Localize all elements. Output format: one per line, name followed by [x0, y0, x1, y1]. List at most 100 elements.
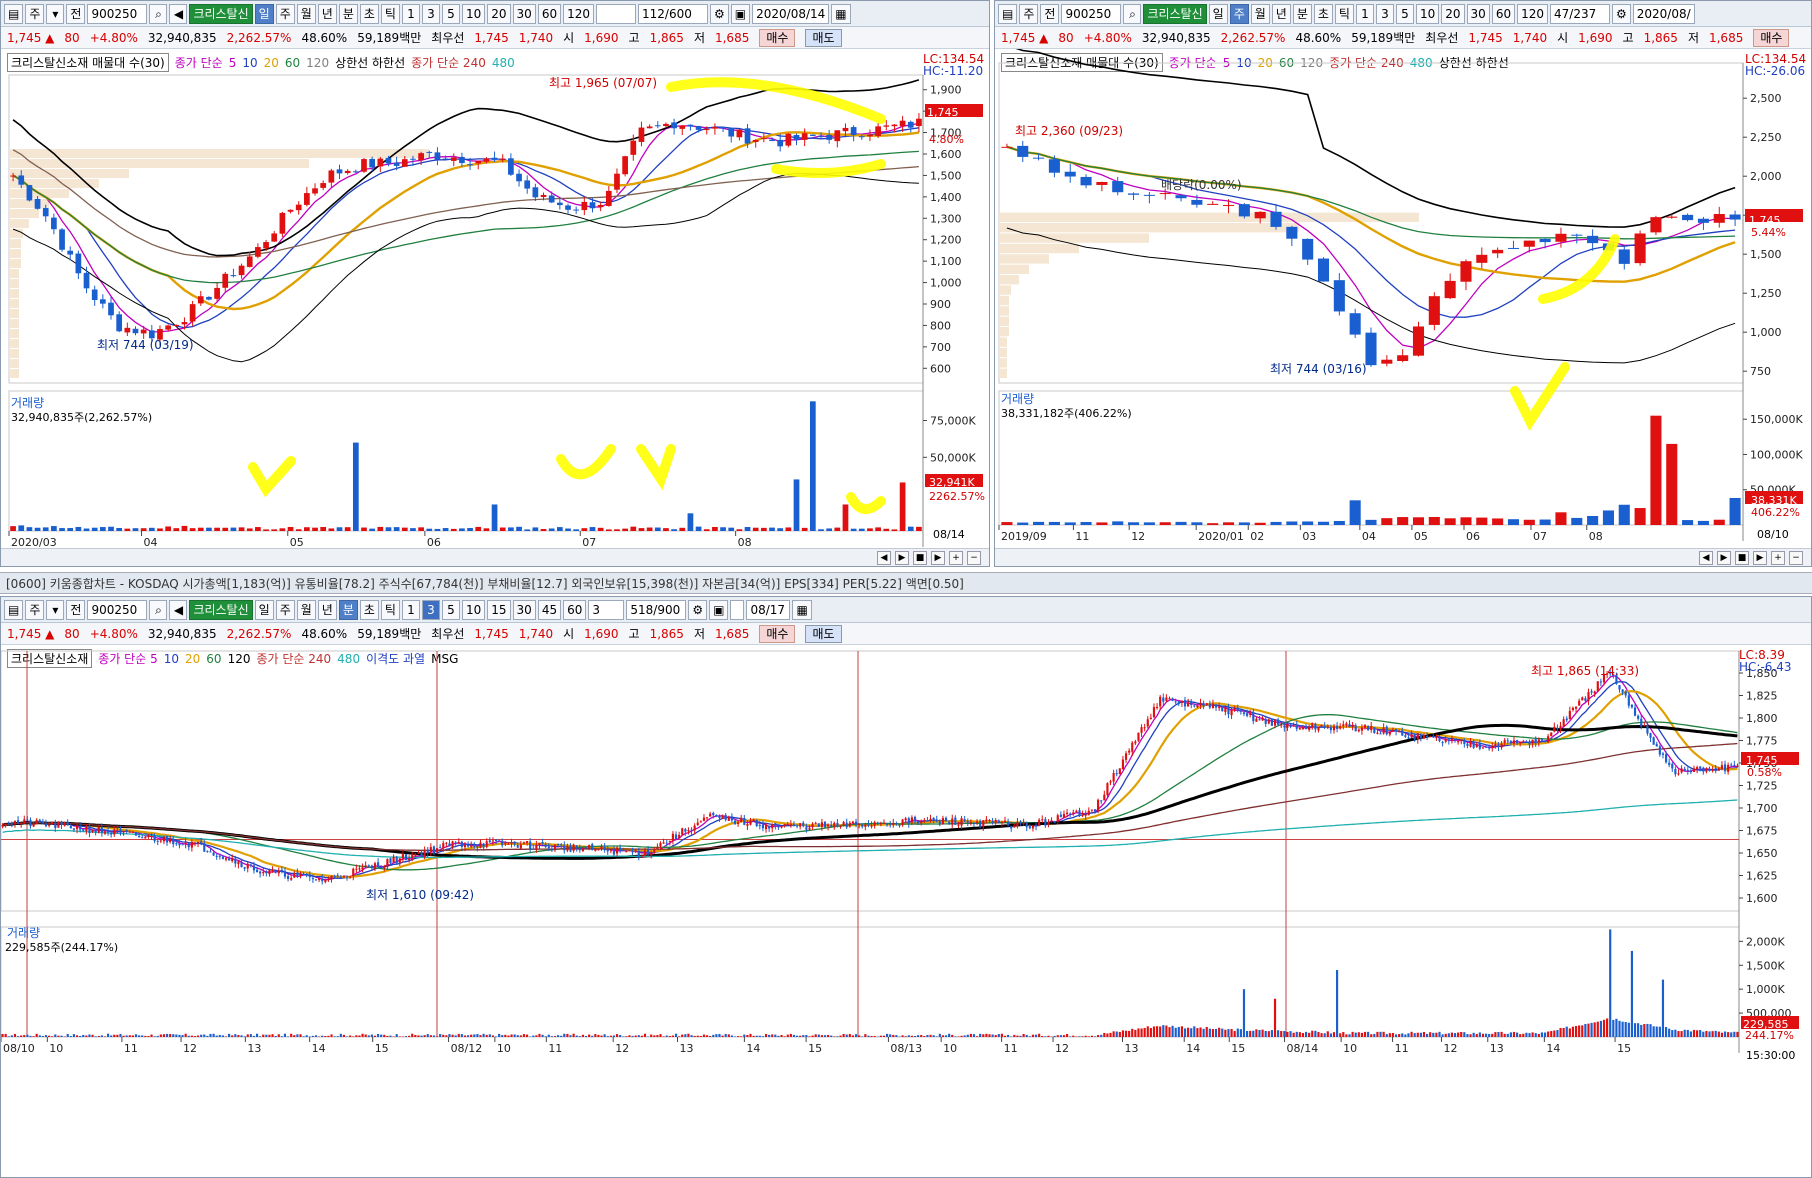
tab-month[interactable]: 월 — [1250, 3, 1270, 24]
scroll-left-icon[interactable]: ◀ — [1699, 550, 1713, 565]
window-menu-icon[interactable]: ▤ — [4, 599, 24, 620]
num-1[interactable]: 1 — [401, 599, 420, 620]
num-30[interactable]: 30 — [1466, 3, 1490, 24]
num-20[interactable]: 20 — [1441, 3, 1465, 24]
tab-second[interactable]: 초 — [359, 599, 379, 620]
date-input[interactable]: 2020/08/14 — [752, 3, 830, 24]
weekly-price-chart[interactable]: 2,5002,2502,0001,7501,5001,2501,00075015… — [995, 49, 1812, 567]
checkbox[interactable] — [730, 599, 745, 620]
settings-icon[interactable]: ⚙ — [688, 599, 708, 620]
chevron-down-icon[interactable]: ▾ — [46, 3, 65, 24]
stock-name[interactable]: 크리스탈신 — [189, 3, 253, 24]
num-3[interactable]: 3 — [1375, 3, 1394, 24]
sell-button[interactable]: 매도 — [805, 28, 842, 47]
tab-second[interactable]: 초 — [1313, 3, 1333, 24]
zoom-out-icon[interactable]: − — [967, 550, 981, 565]
tab-week[interactable]: 주 — [275, 3, 295, 24]
tab-month[interactable]: 월 — [296, 3, 316, 24]
num-5[interactable]: 5 — [1395, 3, 1414, 24]
num-60[interactable]: 60 — [1491, 3, 1516, 24]
tab-week[interactable]: 주 — [1229, 3, 1249, 24]
tab-minute[interactable]: 분 — [338, 3, 358, 24]
num-15[interactable]: 15 — [487, 599, 511, 620]
tab-day[interactable]: 일 — [254, 3, 274, 24]
scroll-left-icon[interactable]: ◀ — [877, 550, 891, 565]
tab-month[interactable]: 월 — [296, 599, 316, 620]
sell-button[interactable]: 매도 — [805, 624, 842, 643]
code-input[interactable]: 900250 — [1061, 3, 1122, 24]
scroll-right-icon[interactable]: ▶ — [931, 550, 945, 565]
code-input[interactable]: 900250 — [87, 3, 148, 24]
num-30[interactable]: 30 — [512, 3, 536, 24]
tab-year[interactable]: 년 — [1271, 3, 1291, 24]
tab-year[interactable]: 년 — [317, 3, 337, 24]
scroll-right-icon[interactable]: ▶ — [1753, 550, 1767, 565]
settings-icon[interactable]: ⚙ — [710, 3, 729, 24]
stop-icon[interactable]: ■ — [1735, 550, 1749, 565]
stock-name[interactable]: 크리스탈신 — [1143, 3, 1207, 24]
tab-minute[interactable]: 분 — [338, 599, 358, 620]
num-60[interactable]: 60 — [537, 3, 562, 24]
stock-type-select[interactable]: 주 — [1019, 3, 1039, 24]
play-icon[interactable]: ▶ — [895, 550, 909, 565]
zoom-in-icon[interactable]: + — [949, 550, 963, 565]
tab-second[interactable]: 초 — [359, 3, 379, 24]
zoom-out-icon[interactable]: − — [1789, 550, 1803, 565]
interval-combo[interactable]: 3 — [588, 599, 625, 620]
speaker-icon[interactable]: ◀ — [169, 599, 188, 620]
num-45[interactable]: 45 — [537, 599, 562, 620]
stock-name[interactable]: 크리스탈신 — [189, 599, 253, 620]
buy-button[interactable]: 매수 — [759, 624, 796, 643]
daily-price-chart[interactable]: 1,9001,8001,7001,6001,5001,4001,3001,200… — [1, 49, 990, 567]
tab-minute[interactable]: 분 — [1292, 3, 1312, 24]
count-input[interactable]: 112/600 — [638, 3, 708, 24]
num-1[interactable]: 1 — [1355, 3, 1374, 24]
num-60[interactable]: 60 — [563, 599, 587, 620]
calendar-icon[interactable]: ▦ — [831, 3, 851, 24]
market-select[interactable]: 전 — [66, 599, 86, 620]
stop-icon[interactable]: ■ — [913, 550, 927, 565]
tab-year[interactable]: 년 — [317, 599, 337, 620]
window-menu-icon[interactable]: ▤ — [4, 3, 24, 24]
num-120[interactable]: 120 — [1517, 3, 1548, 24]
count-input[interactable]: 518/900 — [626, 599, 687, 620]
num-5[interactable]: 5 — [441, 3, 460, 24]
num-120[interactable]: 120 — [563, 3, 594, 24]
count-input[interactable]: 47/237 — [1550, 3, 1610, 24]
num-10[interactable]: 10 — [461, 3, 486, 24]
window-menu-icon[interactable]: ▤ — [998, 3, 1018, 24]
daily-scrollbar[interactable]: ◀ ▶ ■ ▶ + − — [1, 548, 989, 566]
num-30[interactable]: 30 — [512, 599, 536, 620]
zoom-in-icon[interactable]: + — [1771, 550, 1785, 565]
date-input[interactable]: 2020/08/ — [1632, 3, 1695, 24]
tab-tick[interactable]: 틱 — [380, 3, 400, 24]
minute-price-chart[interactable]: 1,8501,8251,8001,7751,7501,7251,7001,675… — [1, 645, 1812, 1178]
stock-type-select[interactable]: 주 — [25, 3, 45, 24]
period-combo[interactable] — [596, 3, 636, 24]
num-10[interactable]: 10 — [461, 599, 486, 620]
num-1[interactable]: 1 — [401, 3, 420, 24]
tab-tick[interactable]: 틱 — [380, 599, 400, 620]
stock-type-select[interactable]: 주 — [25, 599, 45, 620]
play-icon[interactable]: ▶ — [1717, 550, 1731, 565]
tab-day[interactable]: 일 — [254, 599, 274, 620]
tab-tick[interactable]: 틱 — [1334, 3, 1354, 24]
chevron-down-icon[interactable]: ▾ — [46, 599, 65, 620]
tab-day[interactable]: 일 — [1208, 3, 1228, 24]
speaker-icon[interactable]: ◀ — [169, 3, 188, 24]
tab-week[interactable]: 주 — [275, 599, 295, 620]
code-input[interactable]: 900250 — [87, 599, 148, 620]
buy-button[interactable]: 매수 — [759, 28, 796, 47]
calendar-icon[interactable]: ▦ — [792, 599, 812, 620]
date-input[interactable]: 08/17 — [746, 599, 791, 620]
search-icon[interactable]: ⌕ — [1123, 3, 1142, 24]
num-3[interactable]: 3 — [421, 3, 440, 24]
num-20[interactable]: 20 — [487, 3, 511, 24]
weekly-scrollbar[interactable]: ◀ ▶ ■ ▶ + − — [995, 548, 1811, 566]
num-5[interactable]: 5 — [441, 599, 460, 620]
num-3[interactable]: 3 — [421, 599, 440, 620]
save-icon[interactable]: ▣ — [709, 599, 729, 620]
save-icon[interactable]: ▣ — [730, 3, 751, 24]
market-select[interactable]: 전 — [66, 3, 86, 24]
search-icon[interactable]: ⌕ — [149, 3, 168, 24]
